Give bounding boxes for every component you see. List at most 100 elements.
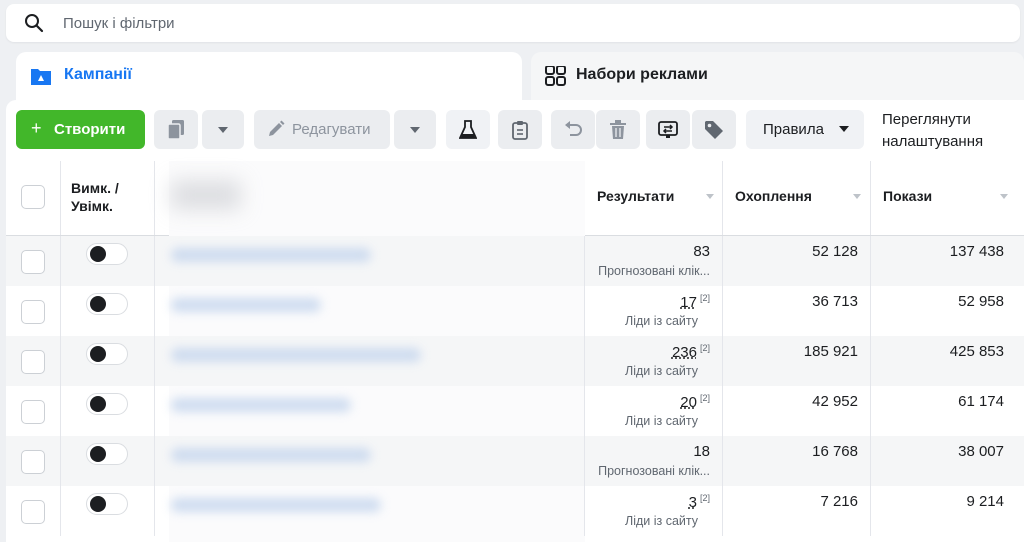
row-toggle-cell [61, 336, 155, 386]
row-select-cell [6, 286, 61, 336]
row-impressions-cell: 425 853 [871, 336, 1024, 386]
row-name-cell[interactable] [155, 386, 585, 436]
rules-report-button[interactable] [498, 110, 542, 149]
undo-button[interactable] [551, 110, 595, 149]
search-icon [25, 14, 44, 33]
caret-down-icon [410, 126, 420, 133]
impressions-value: 9 214 [966, 493, 1004, 510]
row-checkbox[interactable] [21, 500, 45, 524]
tag-button[interactable] [692, 110, 736, 149]
results-value: 236 [2] [671, 343, 710, 361]
impressions-value: 61 174 [958, 393, 1004, 410]
row-reach-cell: 36 713 [723, 286, 871, 336]
row-checkbox[interactable] [21, 400, 45, 424]
duplicate-dropdown-button[interactable] [202, 110, 244, 149]
results-footnote: [2] [699, 343, 710, 353]
row-name-cell[interactable] [155, 336, 585, 386]
row-name-cell[interactable] [155, 236, 585, 286]
sort-icon [1000, 194, 1008, 199]
edit-button[interactable]: Редагувати [254, 110, 390, 149]
toggle-knob [90, 346, 106, 362]
table-row[interactable]: 3 [2] Ліди із сайту 7 216 9 214 [6, 486, 1024, 536]
search-bar[interactable]: Пошук і фільтри [6, 4, 1020, 42]
rules-dropdown[interactable]: Правила [746, 110, 864, 149]
row-checkbox[interactable] [21, 300, 45, 324]
campaign-toggle[interactable] [86, 343, 128, 365]
delete-button[interactable] [596, 110, 640, 149]
row-select-cell [6, 386, 61, 436]
row-name-cell[interactable] [155, 286, 585, 336]
row-name-cell[interactable] [155, 486, 585, 536]
impressions-value: 137 438 [949, 243, 1004, 260]
toggle-knob [90, 396, 106, 412]
reach-value: 16 768 [812, 443, 858, 460]
campaign-name-redacted [171, 498, 381, 512]
row-reach-cell: 16 768 [723, 436, 871, 486]
row-impressions-cell: 61 174 [871, 386, 1024, 436]
campaign-toggle[interactable] [86, 493, 128, 515]
results-type: Ліди із сайту [624, 514, 698, 528]
campaign-name-redacted [171, 448, 371, 462]
reach-value: 42 952 [812, 393, 858, 410]
toggle-header-line1: Вимк. / [71, 180, 119, 196]
row-select-cell [6, 236, 61, 286]
campaign-name-redacted [171, 348, 421, 362]
impressions-column-header[interactable]: Покази [871, 161, 1024, 235]
results-value: 18 [693, 443, 710, 460]
results-column-header[interactable]: Результати [585, 161, 723, 235]
campaign-name-redacted [171, 298, 321, 312]
duplicate-button[interactable] [154, 110, 198, 149]
row-checkbox[interactable] [21, 450, 45, 474]
campaign-toggle[interactable] [86, 293, 128, 315]
row-results-cell: 236 [2] Ліди із сайту [585, 336, 723, 386]
compare-button[interactable] [646, 110, 690, 149]
tab-ad-sets-label: Набори реклами [576, 66, 708, 83]
row-reach-cell: 42 952 [723, 386, 871, 436]
tab-campaigns-label: Кампанії [64, 66, 132, 83]
table-row[interactable]: 236 [2] Ліди із сайту 185 921 425 853 [6, 336, 1024, 386]
toggle-column-header[interactable]: Вимк. / Увімк. [61, 161, 155, 235]
edit-dropdown-button[interactable] [394, 110, 436, 149]
impressions-header-label: Покази [883, 188, 933, 204]
search-input[interactable]: Пошук і фільтри [63, 15, 175, 32]
sort-icon [706, 194, 714, 199]
view-settings-link[interactable]: Переглянути налаштування [882, 109, 983, 153]
results-type: Ліди із сайту [624, 314, 698, 328]
campaign-toggle[interactable] [86, 393, 128, 415]
duplicate-icon [167, 119, 184, 140]
row-name-cell[interactable] [155, 436, 585, 486]
view-settings-line1: Переглянути [882, 111, 971, 128]
trash-icon [610, 119, 626, 139]
select-all-checkbox[interactable] [21, 185, 45, 209]
campaign-toggle[interactable] [86, 243, 128, 265]
row-checkbox[interactable] [21, 350, 45, 374]
results-type: Прогнозовані клік... [598, 264, 710, 278]
view-settings-line2: налаштування [882, 133, 984, 150]
row-checkbox[interactable] [21, 250, 45, 274]
ad-sets-grid-icon [545, 66, 566, 86]
table-row[interactable]: 20 [2] Ліди із сайту 42 952 61 174 [6, 386, 1024, 436]
campaign-toggle[interactable] [86, 443, 128, 465]
plus-icon: + [31, 118, 42, 138]
results-value: 83 [693, 243, 710, 260]
undo-icon [565, 120, 582, 136]
row-select-cell [6, 336, 61, 386]
rules-label: Правила [763, 121, 824, 138]
row-toggle-cell [61, 286, 155, 336]
table-row[interactable]: 17 [2] Ліди із сайту 36 713 52 958 [6, 286, 1024, 336]
results-footnote: [2] [699, 393, 710, 403]
clipboard-icon [512, 120, 528, 140]
toggle-header-line2: Увімк. [71, 198, 113, 214]
ab-test-button[interactable] [446, 110, 490, 149]
reach-value: 52 128 [812, 243, 858, 260]
row-results-cell: 83 Прогнозовані клік... [585, 236, 723, 286]
table-row[interactable]: 83 Прогнозовані клік... 52 128 137 438 [6, 236, 1024, 286]
row-toggle-cell [61, 486, 155, 536]
reach-column-header[interactable]: Охоплення [723, 161, 871, 235]
create-button[interactable]: + Створити [16, 110, 145, 149]
results-type: Ліди із сайту [624, 364, 698, 378]
results-footnote: [2] [699, 493, 710, 503]
row-toggle-cell [61, 236, 155, 286]
table-row[interactable]: 18 Прогнозовані клік... 16 768 38 007 [6, 436, 1024, 486]
toggle-knob [90, 496, 106, 512]
